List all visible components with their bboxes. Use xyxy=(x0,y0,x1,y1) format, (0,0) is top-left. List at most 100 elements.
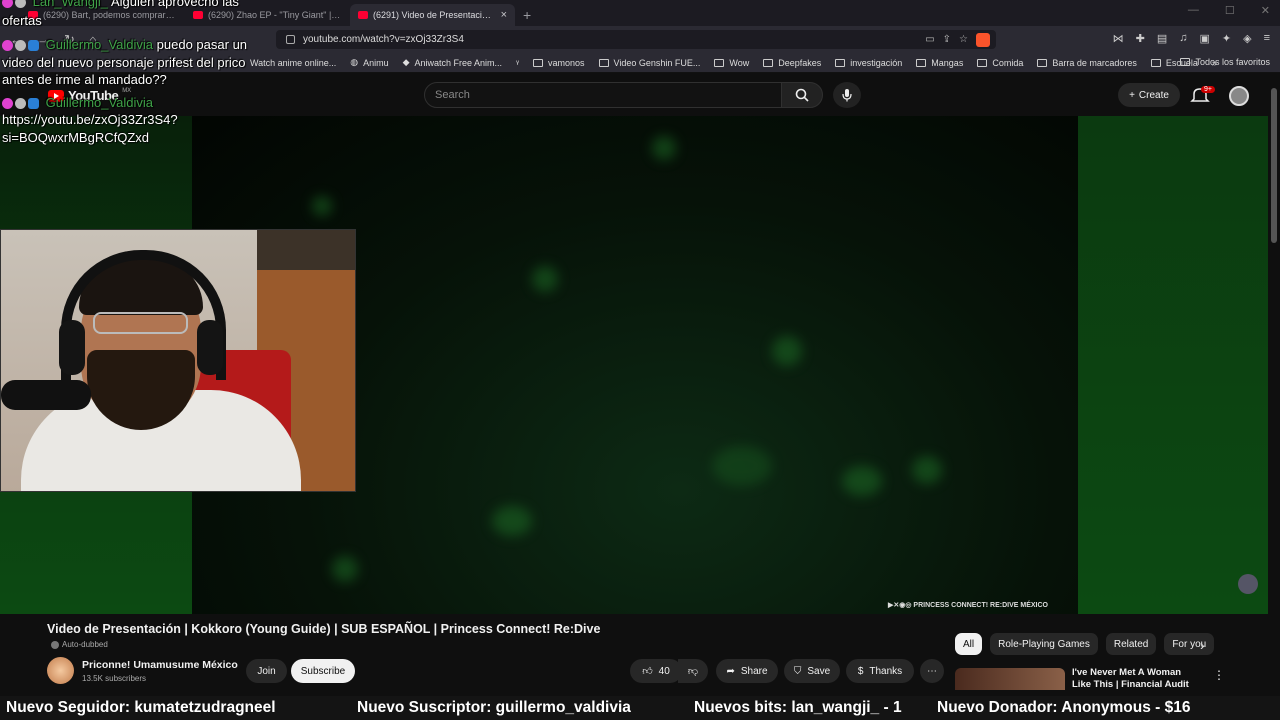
chat-message: Lan_Wangji_ Alguien aprovechó las xyxy=(2,0,239,10)
youtube-favicon-icon xyxy=(193,11,203,19)
search-input[interactable]: Search xyxy=(424,82,782,108)
folder-icon xyxy=(916,58,927,67)
cast-icon[interactable]: ▭ xyxy=(925,34,934,45)
watermark-text: PRINCESS CONNECT! RE:DIVE MÉXICO xyxy=(913,602,1048,609)
subscriber-badge-icon xyxy=(2,0,13,9)
tab-label: (6291) Video de Presentación... xyxy=(373,10,496,20)
save-button[interactable]: ⛉ Save xyxy=(784,659,840,683)
folder-icon xyxy=(1037,58,1048,67)
chat-badges xyxy=(2,0,26,9)
wallet-icon[interactable]: ▣ xyxy=(1199,32,1209,45)
bookmark-folder[interactable]: Comida xyxy=(977,58,1023,68)
sidebar-icon[interactable]: ▤ xyxy=(1157,32,1167,45)
create-button[interactable]: + Create xyxy=(1118,83,1180,107)
chat-text-continued: si=BOQwxrMBgRCfQZxd xyxy=(2,130,149,145)
music-icon[interactable]: ♫ xyxy=(1179,32,1187,45)
brave-shield-icon[interactable] xyxy=(976,32,990,47)
new-tab-icon[interactable]: + xyxy=(523,4,531,26)
search-icon xyxy=(795,88,809,102)
bookmark-item[interactable]: ◆ Aniwatch Free Anim... xyxy=(403,57,502,68)
thanks-icon: $ xyxy=(857,665,864,677)
folder-icon xyxy=(977,58,988,67)
bookmark-label: vamonos xyxy=(547,57,585,68)
bookmark-icon: ⛉ xyxy=(793,665,802,677)
bookmark-folder[interactable]: Deepfakes xyxy=(763,58,821,68)
bokeh-light xyxy=(912,456,942,484)
extension-icon[interactable]: ⋈ xyxy=(1113,32,1124,45)
search-button[interactable] xyxy=(781,82,823,108)
like-button[interactable]: 👍︎ 40 xyxy=(630,659,682,683)
url-text: youtube.com/watch?v=zxOj33Zr3S4 xyxy=(303,34,464,45)
share-button[interactable]: ➦ Share xyxy=(716,659,778,683)
ai-icon[interactable]: ✦ xyxy=(1222,32,1231,45)
join-button[interactable]: Join xyxy=(246,659,287,683)
chat-username: Guillermo_Valdivia xyxy=(45,37,154,52)
screen: (6290) Bart, podemos comprar helad... (6… xyxy=(0,0,1280,720)
close-window-icon[interactable]: ✕ xyxy=(1261,4,1270,17)
aniwatch-icon: ◆ xyxy=(402,57,410,67)
bookmark-folder[interactable]: Mangas xyxy=(916,58,963,68)
vpn-icon[interactable]: ◈ xyxy=(1243,32,1251,45)
all-bookmarks[interactable]: Todos los favoritos xyxy=(1180,57,1270,67)
bookmark-label: Aniwatch Free Anim... xyxy=(414,57,503,68)
bookmark-label: Deepfakes xyxy=(778,57,822,68)
folder-icon xyxy=(1180,58,1191,66)
chat-text-continued: https://youtu.be/zxOj33Zr3S4? xyxy=(2,112,178,127)
chip-related[interactable]: Related xyxy=(1105,633,1157,655)
video-title: Video de Presentación | Kokkoro (Young G… xyxy=(47,622,601,636)
bookmark-label: Comida xyxy=(992,57,1024,68)
bookmark-folder[interactable]: Barra de marcadores xyxy=(1037,58,1137,68)
bokeh-light xyxy=(652,136,676,160)
close-tab-icon[interactable]: × xyxy=(501,9,507,21)
bokeh-light xyxy=(312,196,332,216)
chip-all[interactable]: All xyxy=(955,633,983,655)
folder-icon xyxy=(1150,58,1161,67)
bookmark-item[interactable]: ◍ Animu xyxy=(350,57,388,68)
region-label: MX xyxy=(122,87,132,94)
bokeh-light xyxy=(712,446,772,486)
scrollbar-thumb[interactable] xyxy=(1271,88,1277,243)
branding-icon[interactable] xyxy=(1238,574,1258,594)
chat-text-continued: ofertas xyxy=(2,13,42,28)
address-bar[interactable]: youtube.com/watch?v=zxOj33Zr3S4 ▭ ⇪ ☆ xyxy=(276,30,996,49)
tab-3-active[interactable]: (6291) Video de Presentación... × xyxy=(350,4,515,26)
chevron-right-icon[interactable]: › xyxy=(1200,637,1205,653)
dislike-button[interactable]: 👎︎ xyxy=(678,659,708,683)
share-page-icon[interactable]: ⇪ xyxy=(943,34,951,45)
account-avatar[interactable] xyxy=(1229,86,1249,106)
bookmark-label: Barra de marcadores xyxy=(1052,57,1137,68)
recommended-video-title[interactable]: I've Never Met A Woman Like This | Finan… xyxy=(1072,667,1202,691)
channel-avatar[interactable] xyxy=(47,657,74,684)
chip-for-you[interactable]: For you xyxy=(1164,633,1215,655)
voice-search-button[interactable] xyxy=(833,82,861,108)
bookmark-folder[interactable]: Wow xyxy=(714,58,749,68)
puzzle-icon[interactable]: ✚ xyxy=(1136,32,1145,45)
maximize-icon[interactable]: ☐ xyxy=(1225,4,1235,17)
ticker-subscriber: Nuevo Suscriptor: guillermo_valdivia xyxy=(357,699,631,716)
bookmark-folder[interactable]: investigación xyxy=(835,58,902,68)
recommended-video-thumbnail[interactable] xyxy=(955,668,1065,690)
bookmark-folder[interactable]: Video Genshin FUE... xyxy=(598,58,700,68)
minimize-icon[interactable]: — xyxy=(1188,4,1199,17)
thanks-label: Thanks xyxy=(869,665,903,677)
more-vert-icon[interactable]: ⋮ xyxy=(1213,668,1225,682)
folder-icon xyxy=(763,58,774,67)
more-actions-button[interactable]: ⋯ xyxy=(920,659,944,683)
subscribe-button[interactable]: Subscribe xyxy=(291,659,355,683)
gift-badge-icon xyxy=(15,98,26,110)
bookmark-item[interactable]: ᵞ xyxy=(516,58,519,68)
bookmark-item[interactable]: Watch anime online... xyxy=(250,58,336,68)
bookmark-star-icon[interactable]: ☆ xyxy=(959,34,968,45)
channel-name[interactable]: Priconne! Umamusume México xyxy=(82,659,238,671)
tab-label: (6290) Bart, podemos comprar helad... xyxy=(43,10,177,20)
social-icons: ▶✕◉◎ xyxy=(888,602,914,609)
bookmark-folder[interactable]: vamonos xyxy=(532,57,585,68)
subscriber-badge-icon xyxy=(2,98,13,110)
folder-icon xyxy=(714,58,725,67)
chat-text-continued: video del nuevo personaje prifest del pr… xyxy=(2,55,246,70)
thanks-button[interactable]: $ Thanks xyxy=(846,659,914,683)
chip-role-playing-games[interactable]: Role-Playing Games xyxy=(990,633,1098,655)
prime-badge-icon xyxy=(28,98,39,110)
site-info-icon[interactable] xyxy=(286,35,295,44)
menu-icon[interactable]: ≡ xyxy=(1264,32,1270,45)
